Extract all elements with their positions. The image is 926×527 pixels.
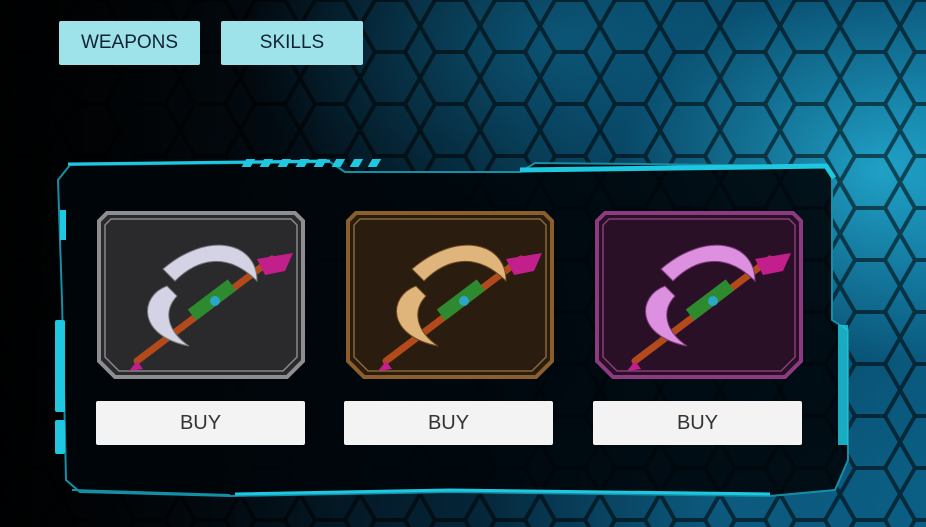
buy-button[interactable]: BUY	[96, 401, 305, 445]
axe-weapon-icon	[595, 211, 803, 379]
axe-weapon-icon	[346, 211, 554, 379]
shop-item-card[interactable]	[97, 211, 305, 379]
shop-item-card[interactable]	[346, 211, 554, 379]
tab-weapons[interactable]: WEAPONS	[59, 21, 200, 65]
buy-button[interactable]: BUY	[344, 401, 553, 445]
shop-screen: WEAPONS SKILLS BUY BUY BUY	[0, 0, 926, 527]
shop-item-card[interactable]	[595, 211, 803, 379]
axe-weapon-icon	[97, 211, 305, 379]
tab-skills[interactable]: SKILLS	[221, 21, 363, 65]
buy-button[interactable]: BUY	[593, 401, 802, 445]
